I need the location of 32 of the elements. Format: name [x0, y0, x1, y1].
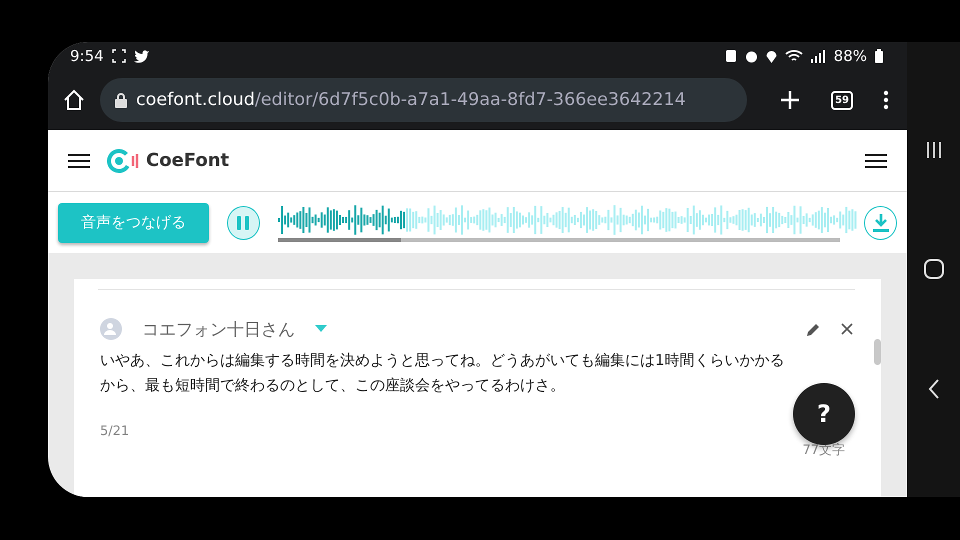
close-icon[interactable]	[841, 323, 853, 335]
home-icon[interactable]	[62, 88, 86, 112]
more-menu-icon[interactable]	[883, 90, 889, 110]
pause-icon	[236, 214, 250, 230]
logo-icon	[106, 148, 140, 174]
tab-count[interactable]: 59	[831, 90, 853, 110]
wifi-icon	[784, 49, 803, 63]
script-text[interactable]: いやあ、これからは編集する時間を決めようと思ってね。どうあがいても編集には1時間くらいかかるから、最も短時間で終わるのとして、この座談会をやってるわけさ。	[100, 348, 796, 398]
scrollbar-thumb[interactable]	[874, 339, 881, 365]
bird-icon	[134, 49, 150, 63]
signal-icon	[810, 49, 826, 63]
character-count: 77文字	[802, 443, 845, 458]
menu-icon[interactable]	[865, 152, 887, 168]
avatar-icon	[100, 318, 122, 340]
pencil-icon[interactable]	[806, 322, 821, 336]
address-bar[interactable]: coefont.cloud/editor/6d7f5c0b-a7a1-49aa-8fd7-366ee3642214	[100, 78, 748, 122]
download-icon	[872, 212, 890, 232]
speaker-name[interactable]: コエフォン十日さん	[142, 318, 295, 340]
menu-icon[interactable]	[68, 152, 90, 168]
back-icon[interactable]	[928, 378, 940, 398]
home-button-icon[interactable]	[924, 258, 944, 278]
logo-text: CoeFont	[146, 150, 230, 171]
battery-icon	[875, 49, 883, 63]
url-text: coefont.cloud/editor/6d7f5c0b-a7a1-49aa-8fd7-366ee3642214	[136, 90, 686, 110]
battery-percent: 88%	[834, 47, 867, 65]
line-index: 5/21	[100, 424, 130, 439]
screenshot-frame-icon	[112, 49, 126, 63]
clock-time: 9:54	[70, 47, 104, 65]
recent-apps-icon[interactable]	[924, 140, 942, 158]
location-icon	[766, 49, 777, 63]
lock-icon	[114, 92, 128, 108]
plus-icon[interactable]	[779, 89, 802, 111]
